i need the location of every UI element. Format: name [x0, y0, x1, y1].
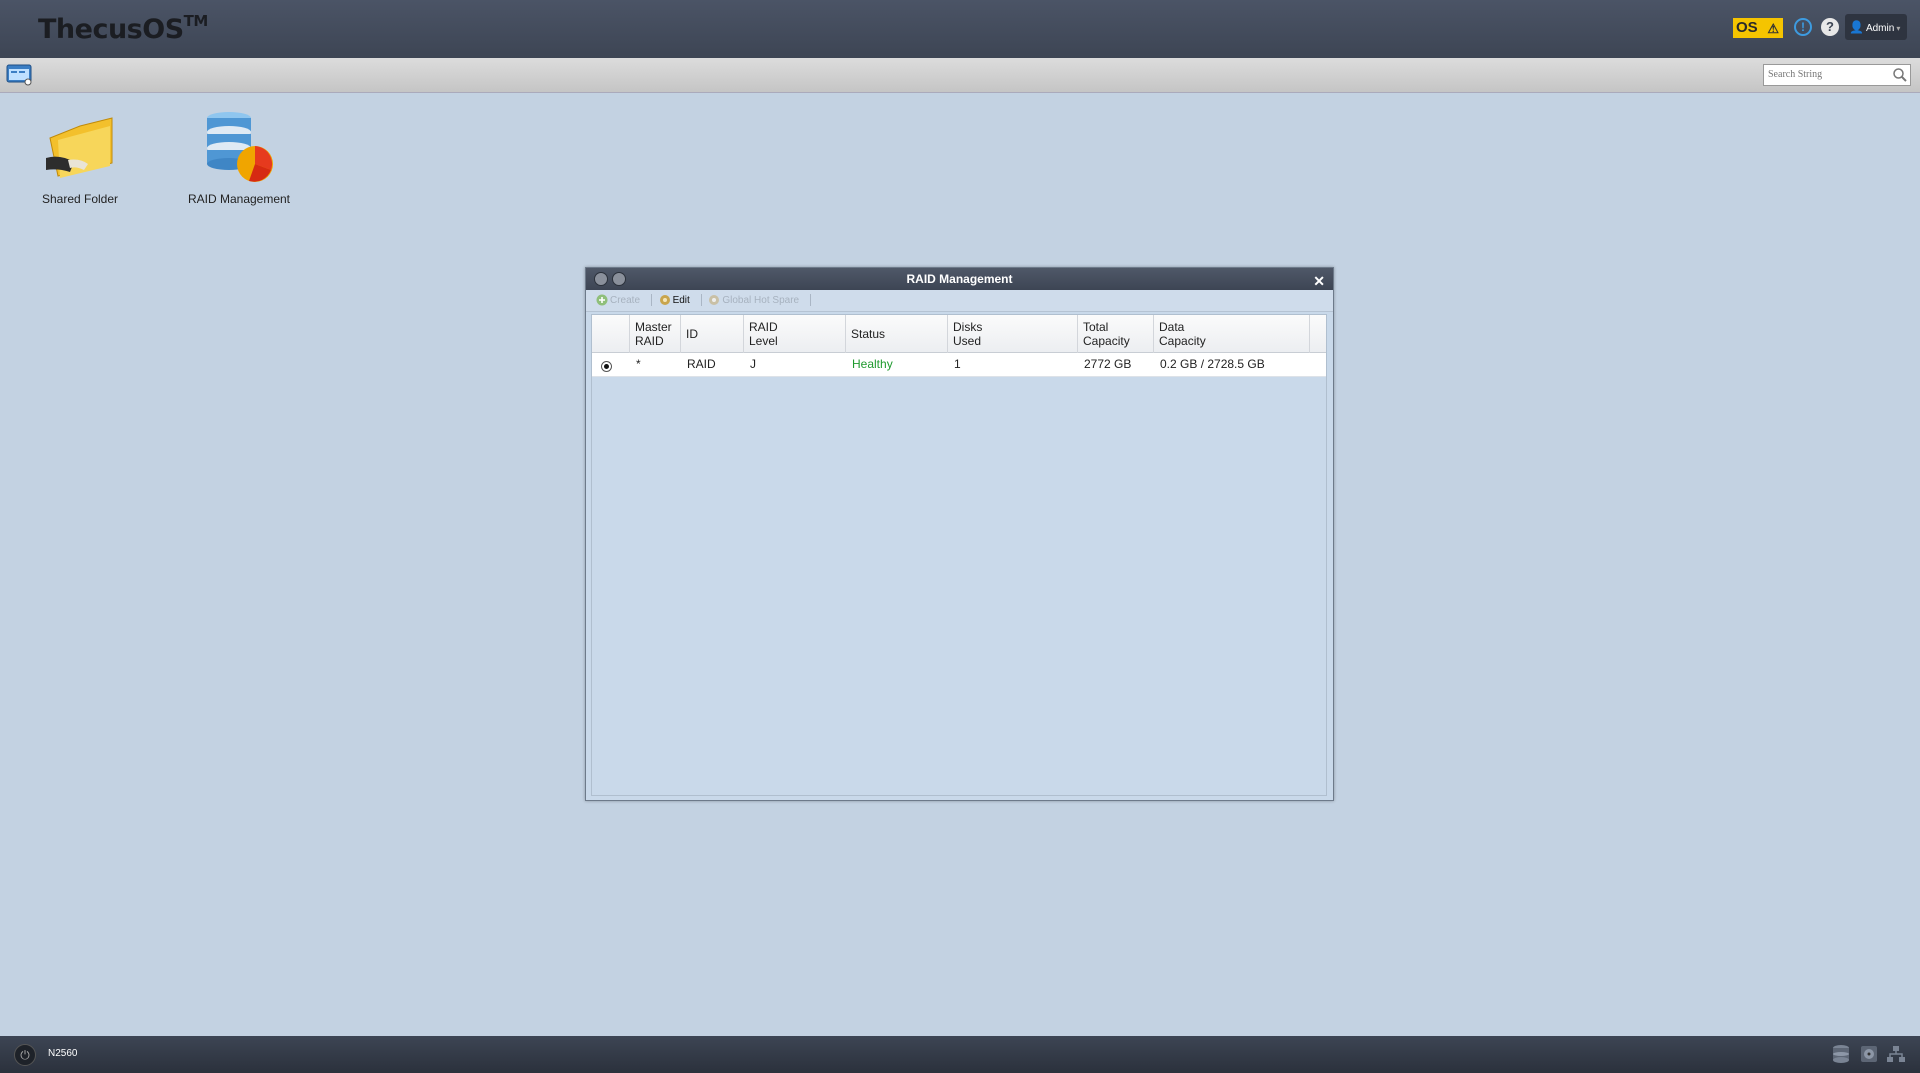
user-icon: 👤	[1849, 20, 1864, 34]
table-row[interactable]: * RAID J Healthy 1 2772 GB 0.2 GB / 2728…	[592, 353, 1326, 377]
desktop-icon-shared-folder[interactable]: Shared Folder	[20, 108, 140, 206]
create-button[interactable]: Create	[596, 290, 640, 312]
network-icon[interactable]	[1886, 1044, 1906, 1064]
desktop-icon-label: RAID Management	[187, 192, 291, 206]
logo: ThecusOSTM	[38, 12, 208, 45]
add-icon	[596, 294, 608, 306]
grid-header: Master RAID ID RAID Level Status Disks Used…	[592, 315, 1326, 353]
window-toolbar: Create Edit Global Hot Spare	[586, 290, 1333, 312]
device-name: N2560	[48, 1048, 78, 1059]
power-icon[interactable]: ⏻	[14, 1044, 36, 1066]
desktop-icon-raid-management[interactable]: RAID Management	[179, 108, 299, 206]
column-header-id[interactable]: ID	[681, 315, 744, 353]
column-header-disks-used[interactable]: Disks Used	[948, 315, 1078, 353]
warning-icon: ⚠	[1767, 21, 1779, 36]
row-select-radio[interactable]	[601, 361, 612, 372]
info-icon[interactable]: !	[1794, 18, 1812, 36]
search-input[interactable]: Search String	[1763, 64, 1911, 86]
storage-icon[interactable]	[1831, 1044, 1851, 1064]
taskbar-top: Search String	[0, 58, 1920, 93]
show-desktop-icon[interactable]	[6, 62, 34, 88]
chevron-down-icon: ▾	[1896, 24, 1901, 33]
maximize-icon[interactable]	[594, 272, 608, 286]
column-header-data-capacity[interactable]: Data Capacity	[1154, 315, 1310, 353]
edit-button[interactable]: Edit	[659, 290, 690, 312]
os-update-badge[interactable]: OS ⚠	[1733, 18, 1783, 38]
top-header: ThecusOSTM OS ⚠ ! ? 👤 Admin ▾	[0, 0, 1920, 58]
column-header-total-capacity[interactable]: Total Capacity	[1078, 315, 1154, 353]
cell-id: RAID	[687, 357, 716, 371]
cell-total: 2772 GB	[1084, 357, 1132, 371]
user-menu-button[interactable]: 👤 Admin ▾	[1845, 14, 1907, 40]
window-title: RAID Management	[906, 272, 1013, 286]
user-name: Admin	[1865, 23, 1895, 34]
select-column-header	[592, 315, 630, 353]
cell-disks: 1	[954, 357, 961, 371]
column-header-master-raid[interactable]: Master RAID	[630, 315, 681, 353]
raid-management-icon	[199, 108, 279, 188]
column-header-raid-level[interactable]: RAID Level	[744, 315, 846, 353]
gear-icon	[659, 295, 670, 306]
minimize-icon[interactable]	[612, 272, 626, 286]
column-header-status[interactable]: Status	[846, 315, 948, 353]
disk-icon[interactable]	[1859, 1044, 1879, 1064]
window-titlebar[interactable]: RAID Management ✕	[586, 268, 1333, 290]
raid-grid: Master RAID ID RAID Level Status Disks Used…	[591, 314, 1327, 796]
cell-master: *	[636, 357, 641, 371]
gear-icon	[709, 295, 720, 306]
cell-status: Healthy	[852, 357, 893, 371]
cell-level: J	[750, 357, 756, 371]
cell-data: 0.2 GB / 2728.5 GB	[1160, 357, 1265, 371]
shared-folder-icon	[40, 108, 120, 188]
desktop-icon-label: Shared Folder	[41, 192, 119, 206]
search-icon[interactable]	[1892, 67, 1908, 83]
global-hot-spare-button[interactable]: Global Hot Spare	[708, 290, 799, 312]
bottom-taskbar: ⏻ N2560	[0, 1036, 1920, 1073]
help-icon[interactable]: ?	[1821, 18, 1839, 36]
raid-management-window: RAID Management ✕ Create Edit Global Hot…	[585, 267, 1334, 801]
close-icon[interactable]: ✕	[1313, 270, 1325, 292]
